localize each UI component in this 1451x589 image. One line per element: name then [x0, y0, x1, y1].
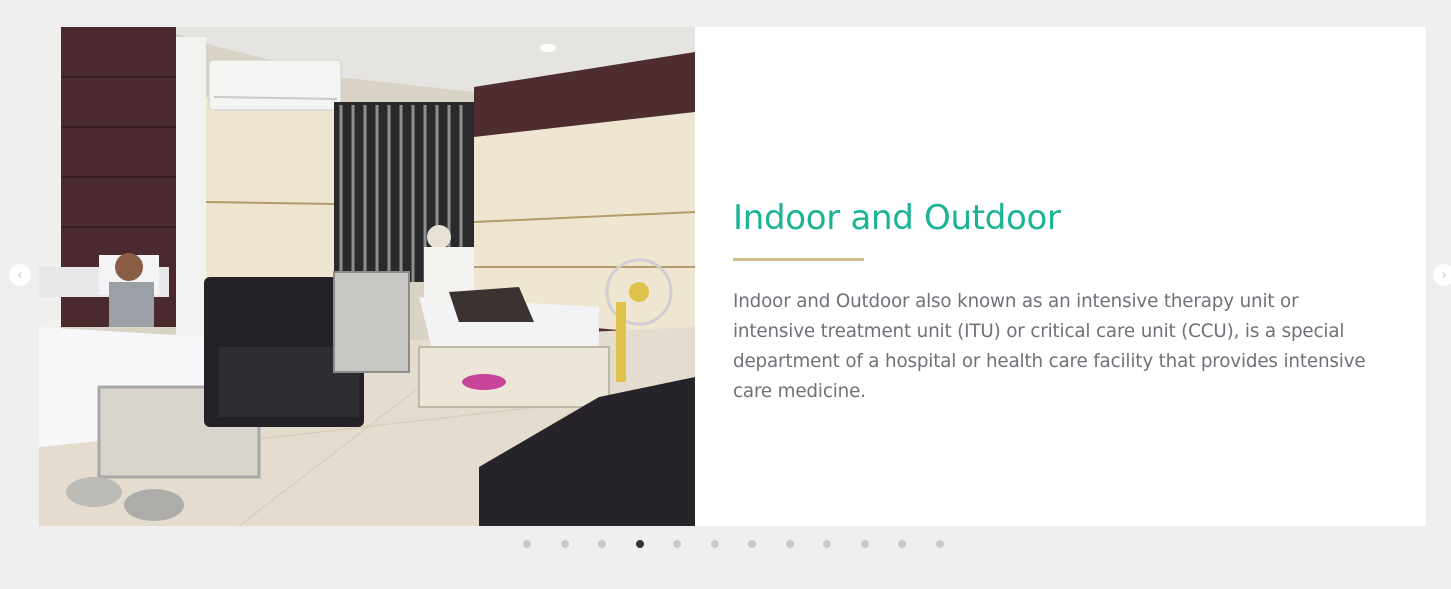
carousel-dot[interactable]: [561, 540, 569, 548]
prev-slide-button[interactable]: ‹: [9, 264, 31, 286]
carousel-dot[interactable]: [673, 540, 681, 548]
carousel-dot[interactable]: [786, 540, 794, 548]
next-slide-button[interactable]: ›: [1433, 264, 1451, 286]
carousel-dot[interactable]: [523, 540, 531, 548]
carousel-dot[interactable]: [711, 540, 719, 548]
chevron-left-icon: ‹: [17, 267, 23, 283]
ward-photo: [39, 27, 695, 526]
carousel-dot[interactable]: [598, 540, 606, 548]
title-divider: [733, 258, 864, 261]
carousel-slide: Indoor and Outdoor Indoor and Outdoor al…: [39, 27, 1426, 526]
slide-description: Indoor and Outdoor also known as an inte…: [733, 291, 1366, 402]
carousel-dot[interactable]: [936, 540, 944, 548]
carousel-dot[interactable]: [636, 540, 644, 548]
slide-content: Indoor and Outdoor Indoor and Outdoor al…: [733, 197, 1383, 407]
carousel-dot[interactable]: [898, 540, 906, 548]
carousel-dot[interactable]: [823, 540, 831, 548]
slide-title: Indoor and Outdoor: [733, 198, 1061, 238]
carousel-pagination: [0, 540, 1451, 550]
chevron-right-icon: ›: [1441, 267, 1447, 283]
carousel-dot[interactable]: [748, 540, 756, 548]
carousel-dot[interactable]: [861, 540, 869, 548]
